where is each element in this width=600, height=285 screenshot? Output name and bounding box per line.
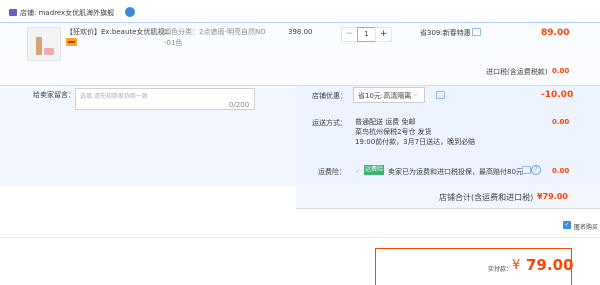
shop-total-label: 店铺合计(含运费和进口税) (439, 193, 534, 202)
quantity-input[interactable]: 1 (357, 27, 376, 42)
credit-card-icon (66, 38, 77, 46)
shop-total-value: ¥79.00 (537, 192, 568, 201)
coupon-value: -10.00 (541, 90, 574, 100)
anonymous-checkbox[interactable]: ✓ (563, 221, 571, 229)
shop-name[interactable]: 店铺: madrex女优肌海外旗舰 (20, 8, 114, 18)
coupon-selected[interactable]: 省10元:高清隔离 (358, 91, 411, 101)
unit-price: 398.00 (288, 28, 313, 36)
message-icon[interactable] (522, 166, 531, 174)
insurance-label: 运费险： (318, 168, 346, 176)
insurance-text: 卖家已为运费和进口税投保，最高赔付80元 (388, 168, 523, 176)
help-icon[interactable]: ? (531, 165, 541, 175)
sku-line-2: -01色 (164, 39, 183, 47)
coupon-label: 店铺优惠： (312, 92, 347, 100)
message-label: 给卖家留言： (33, 91, 75, 99)
shipping-details: 普通配送 运费 免邮 菜鸟杭州保税2号仓 发货 19:00前付款，3月7日送达，… (355, 117, 475, 147)
product-sku: 颜色分类：2点遮瑕-明亮自然NO -01色 (164, 27, 266, 49)
chat-icon[interactable] (125, 7, 135, 17)
anonymous-label[interactable]: 匿名购买 (574, 222, 598, 231)
message-icon[interactable] (472, 28, 481, 36)
product-thumbnail[interactable] (27, 27, 61, 61)
message-char-count: 0/200 (229, 101, 250, 109)
import-tax-value: 0.00 (552, 67, 570, 75)
pay-total: 79.00 (526, 256, 574, 274)
shop-icon (9, 9, 17, 16)
shipping-value: 0.00 (552, 118, 570, 126)
decrease-button[interactable]: − (341, 27, 358, 42)
import-tax-label: 进口税(含运费税款) (486, 68, 548, 76)
divider (0, 237, 600, 238)
item-subtotal: 89.00 (541, 28, 570, 38)
increase-button[interactable]: + (375, 27, 392, 42)
seller-message-placeholder: 选填,请先和商家协商一致 (80, 93, 148, 100)
shipping-line-3: 19:00前付款，3月7日送达，晚到必赔 (355, 138, 476, 146)
sku-line-1: 颜色分类：2点遮瑕-明亮自然NO (164, 28, 266, 36)
shipping-line-1: 普通配送 运费 免邮 (355, 118, 416, 126)
currency-symbol: ¥ (512, 258, 521, 273)
pay-label: 实付款： (488, 266, 513, 273)
shipping-label: 运送方式： (312, 119, 347, 127)
message-icon[interactable] (436, 91, 445, 99)
insurance-check-icon: ✓ (355, 167, 361, 175)
product-title[interactable]: 【狂欢价】Ex:beaute女优肌视... (66, 27, 171, 37)
insurance-value: 0.00 (552, 167, 570, 175)
shipping-line-2: 菜鸟杭州保税2号仓 发货 (355, 128, 432, 136)
insurance-tag: 运费险 (364, 165, 385, 175)
chevron-down-icon[interactable]: ⌵ (413, 90, 418, 99)
promotion-text: 省309:新春特惠 (420, 29, 471, 37)
